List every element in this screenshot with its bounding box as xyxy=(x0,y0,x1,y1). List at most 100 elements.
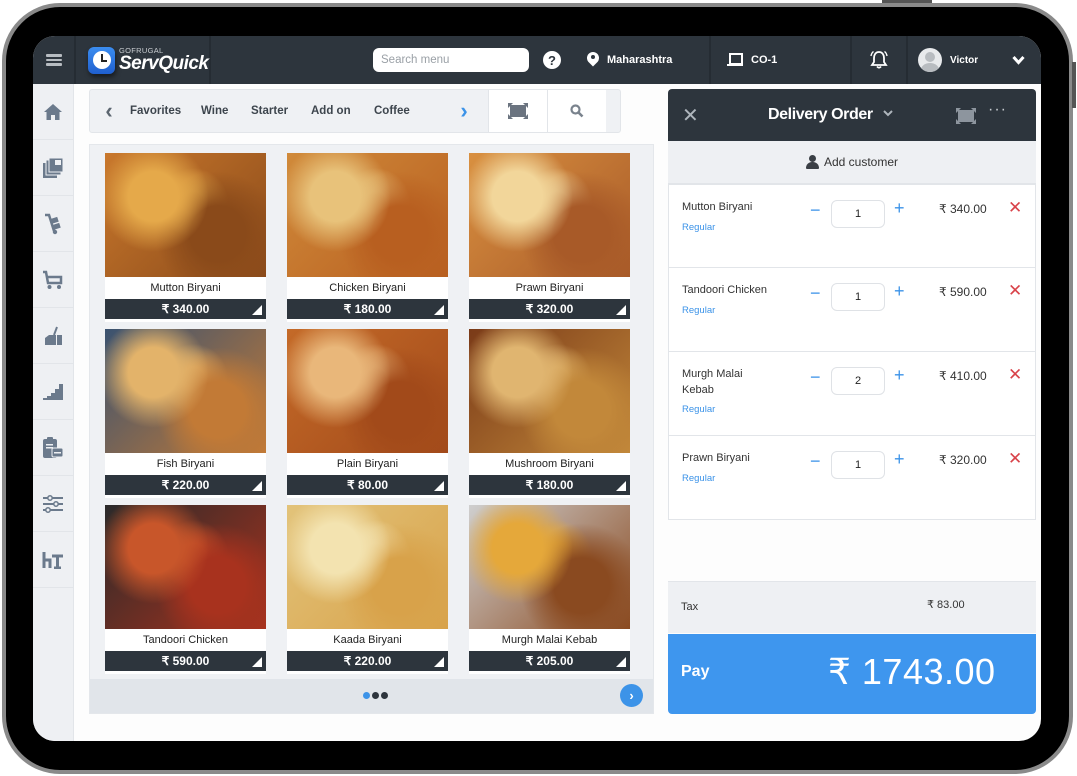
cleaning-icon xyxy=(45,326,62,345)
variant-corner-icon[interactable] xyxy=(616,305,626,315)
menu-item-card[interactable]: Chicken Biryani ₹ 180.00 xyxy=(287,153,448,322)
order-fullscreen-button[interactable] xyxy=(956,108,976,129)
remove-item-button[interactable]: ✕ xyxy=(1008,365,1022,385)
pay-amount: ₹ 1743.00 xyxy=(828,651,996,692)
device-top-button xyxy=(882,0,932,3)
menu-item-card[interactable]: Mutton Biryani ₹ 340.00 xyxy=(105,153,266,322)
sidebar-item-settings[interactable] xyxy=(33,476,73,532)
decrease-qty-button[interactable]: − xyxy=(810,451,821,472)
sliders-icon xyxy=(43,494,63,513)
increase-qty-button[interactable]: + xyxy=(894,281,905,302)
order-item-variant[interactable]: Regular xyxy=(682,305,715,316)
menu-item-card[interactable]: Murgh Malai Kebab ₹ 205.00 xyxy=(469,505,630,674)
category-prev-button[interactable]: ‹ xyxy=(90,98,128,124)
sidebar-item-tables[interactable] xyxy=(33,532,73,588)
menu-item-card[interactable]: Fish Biryani ₹ 220.00 xyxy=(105,329,266,498)
pay-button[interactable]: Pay ₹ 1743.00 xyxy=(668,634,1036,714)
quantity-input[interactable] xyxy=(831,451,885,479)
variant-corner-icon[interactable] xyxy=(434,305,444,315)
location-selector[interactable]: Maharashtra xyxy=(587,36,711,84)
remove-item-button[interactable]: ✕ xyxy=(1008,281,1022,301)
order-line-item[interactable]: Murgh Malai Kebab Regular − + ₹ 410.00 ✕ xyxy=(668,352,1036,436)
category-next-button[interactable]: › xyxy=(450,98,478,124)
menu-search-button[interactable] xyxy=(547,90,606,132)
order-item-variant[interactable]: Regular xyxy=(682,404,715,415)
increase-qty-button[interactable]: + xyxy=(894,449,905,470)
menu-item-card[interactable]: Tandoori Chicken ₹ 590.00 xyxy=(105,505,266,674)
variant-corner-icon[interactable] xyxy=(252,657,262,667)
sidebar-item-inventory[interactable] xyxy=(33,196,73,252)
food-image xyxy=(105,329,266,453)
menu-item-price: ₹ 205.00 xyxy=(469,651,630,671)
sidebar-item-purchase[interactable] xyxy=(33,252,73,308)
quantity-input[interactable] xyxy=(831,283,885,311)
tab-coffee[interactable]: Coffee xyxy=(374,105,450,117)
decrease-qty-button[interactable]: − xyxy=(810,283,821,304)
close-order-button[interactable]: ✕ xyxy=(682,103,699,128)
order-line-item[interactable]: Tandoori Chicken Regular − + ₹ 590.00 ✕ xyxy=(668,268,1036,352)
tab-starter[interactable]: Starter xyxy=(251,105,311,117)
chevron-down-icon[interactable] xyxy=(883,109,893,120)
variant-corner-icon[interactable] xyxy=(616,657,626,667)
tab-favorites[interactable]: Favorites xyxy=(130,105,201,117)
tab-add-on[interactable]: Add on xyxy=(311,105,374,117)
decrease-qty-button[interactable]: − xyxy=(810,200,821,221)
page-dot-3[interactable] xyxy=(381,692,388,699)
page-dot-2[interactable] xyxy=(372,692,379,699)
tab-wine[interactable]: Wine xyxy=(201,105,251,117)
increase-qty-button[interactable]: + xyxy=(894,198,905,219)
sidebar-item-reports[interactable] xyxy=(33,364,73,420)
variant-corner-icon[interactable] xyxy=(616,481,626,491)
increase-qty-button[interactable]: + xyxy=(894,365,905,386)
menu-grid: Mutton Biryani ₹ 340.00 Chicken Biryani ₹ 1… xyxy=(105,153,630,674)
next-page-button[interactable]: › xyxy=(620,684,643,707)
bell-icon xyxy=(870,50,888,69)
menu-item-card[interactable]: Mushroom Biryani ₹ 180.00 xyxy=(469,329,630,498)
decrease-qty-button[interactable]: − xyxy=(810,367,821,388)
notifications-button[interactable] xyxy=(852,36,908,84)
order-line-item[interactable]: Prawn Biryani Regular − + ₹ 320.00 ✕ xyxy=(668,436,1036,520)
menu-item-name: Kaada Biryani xyxy=(333,634,402,646)
sidebar-item-home[interactable] xyxy=(33,84,73,140)
menu-item-price: ₹ 340.00 xyxy=(105,299,266,319)
page-dot-1[interactable] xyxy=(363,692,370,699)
sidebar-item-housekeeping[interactable] xyxy=(33,308,73,364)
menu-item-card[interactable]: Kaada Biryani ₹ 220.00 xyxy=(287,505,448,674)
fullscreen-button[interactable] xyxy=(488,90,547,132)
remove-item-button[interactable]: ✕ xyxy=(1008,198,1022,218)
variant-corner-icon[interactable] xyxy=(252,305,262,315)
pagination-bar: › xyxy=(90,679,653,713)
food-image xyxy=(287,505,448,629)
search-area: ? xyxy=(369,36,587,84)
variant-corner-icon[interactable] xyxy=(434,657,444,667)
order-line-item[interactable]: Mutton Biryani Regular − + ₹ 340.00 ✕ xyxy=(668,184,1036,268)
search-menu-input[interactable] xyxy=(373,48,529,72)
app-screen: GOFRUGAL ServQuick ? Maharashtra CO-1 xyxy=(33,36,1041,741)
add-person-icon xyxy=(805,155,822,169)
variant-corner-icon[interactable] xyxy=(434,481,444,491)
help-icon[interactable]: ? xyxy=(543,51,561,69)
brand-logo: GOFRUGAL ServQuick xyxy=(76,36,211,84)
menu-item-card[interactable]: Prawn Biryani ₹ 320.00 xyxy=(469,153,630,322)
menu-item-card[interactable]: Plain Biryani ₹ 80.00 xyxy=(287,329,448,498)
food-image xyxy=(287,153,448,277)
food-image xyxy=(469,153,630,277)
order-item-variant[interactable]: Regular xyxy=(682,473,715,484)
order-item-variant[interactable]: Regular xyxy=(682,222,715,233)
order-panel: ✕ Delivery Order ··· Add customer Mutton… xyxy=(668,89,1036,714)
counter-selector[interactable]: CO-1 xyxy=(711,36,852,84)
order-type-title[interactable]: Delivery Order xyxy=(768,106,873,124)
sidebar-item-bills[interactable] xyxy=(33,420,73,476)
add-customer-button[interactable]: Add customer xyxy=(668,141,1036,184)
menu-button[interactable] xyxy=(33,36,76,84)
remove-item-button[interactable]: ✕ xyxy=(1008,449,1022,469)
user-menu[interactable]: Victor xyxy=(908,36,1041,84)
pos-terminal-icon xyxy=(727,53,743,67)
more-options-icon[interactable]: ··· xyxy=(988,101,1007,119)
quantity-input[interactable] xyxy=(831,367,885,395)
menu-item-name: Fish Biryani xyxy=(156,458,215,470)
quantity-input[interactable] xyxy=(831,200,885,228)
menu-item-price-value: ₹ 220.00 xyxy=(161,478,210,492)
variant-corner-icon[interactable] xyxy=(252,481,262,491)
sidebar-item-catalog[interactable] xyxy=(33,140,73,196)
